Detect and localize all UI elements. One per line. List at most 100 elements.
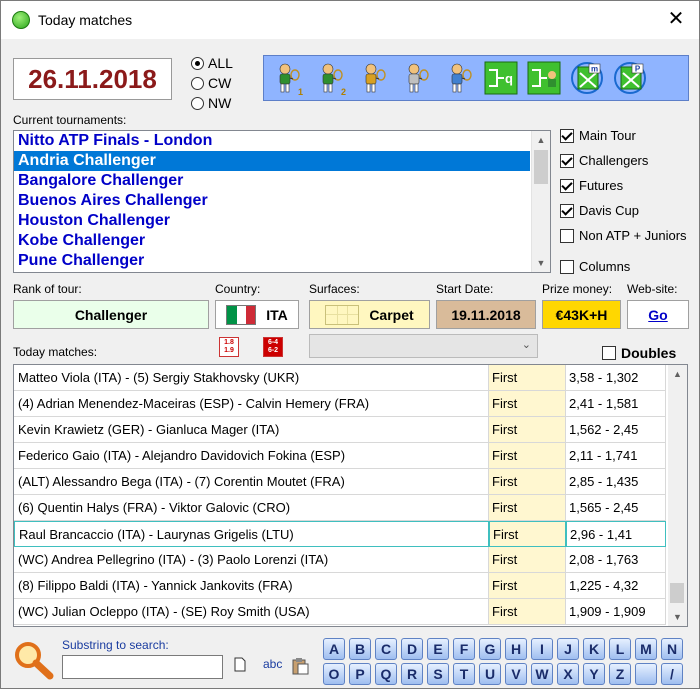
export-p-icon[interactable]: P [610,58,650,98]
tour-filter-checkbox[interactable] [560,153,574,168]
search-player-icon[interactable] [395,58,435,98]
table-row[interactable]: (6) Quentin Halys (FRA) - Viktor Galovic… [14,495,666,521]
letter-button[interactable]: K [583,638,605,660]
sort-odds-line2: 1.9 [224,347,234,354]
abc-case-icon[interactable]: abc [263,657,282,671]
tournament-item[interactable]: Houston Challenger [14,211,530,231]
tour-filter-option[interactable]: Main Tour [560,123,687,148]
tournaments-scrollbar[interactable]: ▲ ▼ [531,131,550,272]
letter-button[interactable]: Q [375,663,397,685]
tournament-item[interactable]: Buenos Aires Challenger [14,191,530,211]
letter-button[interactable]: P [349,663,371,685]
main-draw-icon[interactable] [524,58,564,98]
search-input[interactable] [62,655,223,679]
match-cell: Raul Brancaccio (ITA) - Laurynas Grigeli… [14,521,489,547]
new-document-icon[interactable] [234,657,246,675]
doubles-checkbox[interactable] [602,345,616,360]
tournament-item[interactable]: Nitto ATP Finals - London [14,131,530,151]
letter-button[interactable]: N [661,638,683,660]
letter-button[interactable]: U [479,663,501,685]
round-cell: First [489,599,566,625]
letter-button[interactable]: M [635,638,657,660]
table-row[interactable]: Kevin Krawietz (GER) - Gianluca Mager (I… [14,417,666,443]
letter-button[interactable]: S [427,663,449,685]
letter-button[interactable]: I [531,638,553,660]
sort-by-score-button[interactable]: 6-4 6-2 [263,337,283,357]
letter-button[interactable]: C [375,638,397,660]
letter-button[interactable]: D [401,638,423,660]
filter-radio-2[interactable]: NW [191,93,233,113]
table-row[interactable]: Federico Gaio (ITA) - Alejandro Davidovi… [14,443,666,469]
qualifying-draw-icon[interactable]: q [481,58,521,98]
table-row[interactable]: (WC) Andrea Pellegrino (ITA) - (3) Paolo… [14,547,666,573]
match-filter-dropdown[interactable]: ⌄ [309,334,538,358]
letter-button[interactable] [635,663,657,685]
columns-option[interactable]: Columns [560,254,630,279]
search-icon[interactable] [12,640,56,685]
scroll-up-icon[interactable]: ▲ [668,365,687,383]
scroll-thumb[interactable] [534,150,548,184]
tournament-item[interactable]: Andria Challenger [14,151,530,171]
clipboard-paste-icon[interactable] [291,657,309,678]
letter-button[interactable]: T [453,663,475,685]
website-go-link[interactable]: Go [627,300,689,329]
tour-filter-checkbox[interactable] [560,203,574,218]
tour-filter-checkbox[interactable] [560,178,574,193]
match-cell: (WC) Julian Ocleppo (ITA) - (SE) Roy Smi… [14,599,489,625]
letter-button[interactable]: A [323,638,345,660]
export-m-icon[interactable]: m [567,58,607,98]
filter-radio-0[interactable]: ALL [191,53,233,73]
tour-filter-checkbox[interactable] [560,228,574,243]
tournament-item[interactable]: Kobe Challenger [14,231,530,251]
tournaments-list[interactable]: Nitto ATP Finals - London Andria Challeng… [13,130,551,273]
scroll-down-icon[interactable]: ▼ [532,254,550,272]
letter-button[interactable]: B [349,638,371,660]
tour-filter-option[interactable]: Non ATP + Juniors [560,223,687,248]
letter-button[interactable]: J [557,638,579,660]
filter-radio-1[interactable]: CW [191,73,233,93]
referee-icon[interactable] [352,58,392,98]
tour-filter-checkbox[interactable] [560,128,574,143]
letter-button[interactable]: W [531,663,553,685]
table-row[interactable]: (8) Filippo Baldi (ITA) - Yannick Jankov… [14,573,666,599]
table-row[interactable]: Matteo Viola (ITA) - (5) Sergiy Stakhovs… [14,365,666,391]
toolbar-letter: m [591,65,598,74]
doubles-option[interactable]: Doubles [602,340,676,365]
letter-button[interactable]: E [427,638,449,660]
letter-button[interactable]: Z [609,663,631,685]
table-row[interactable]: (4) Adrian Menendez-Maceiras (ESP) - Cal… [14,391,666,417]
player2-icon[interactable]: 2 [309,58,349,98]
radio-button[interactable] [191,56,204,70]
letter-button[interactable]: F [453,638,475,660]
matches-scrollbar[interactable]: ▲ ▼ [668,365,687,626]
radio-button[interactable] [191,76,204,90]
tournament-item[interactable]: Bangalore Challenger [14,171,530,191]
tournament-item[interactable]: Pune Challenger [14,251,530,271]
matches-table[interactable]: Matteo Viola (ITA) - (5) Sergiy Stakhovs… [13,364,688,627]
columns-checkbox[interactable] [560,259,574,274]
compare-players-icon[interactable] [438,58,478,98]
tour-filter-option[interactable]: Challengers [560,148,687,173]
scroll-down-icon[interactable]: ▼ [668,608,687,626]
table-row[interactable]: Raul Brancaccio (ITA) - Laurynas Grigeli… [14,521,666,547]
table-row[interactable]: (WC) Julian Ocleppo (ITA) - (SE) Roy Smi… [14,599,666,625]
letter-button[interactable]: / [661,663,683,685]
tour-filter-option[interactable]: Davis Cup [560,198,687,223]
letter-button[interactable]: L [609,638,631,660]
letter-button[interactable]: V [505,663,527,685]
sort-by-odds-button[interactable]: 1.8 1.9 [219,337,239,357]
close-button[interactable]: ✕ [665,9,687,31]
letter-button[interactable]: R [401,663,423,685]
letter-button[interactable]: Y [583,663,605,685]
scroll-thumb[interactable] [670,583,684,603]
tour-filter-option[interactable]: Futures [560,173,687,198]
table-row[interactable]: (ALT) Alessandro Bega (ITA) - (7) Corent… [14,469,666,495]
scroll-up-icon[interactable]: ▲ [532,131,550,149]
letter-button[interactable]: H [505,638,527,660]
player1-icon[interactable]: 1 [266,58,306,98]
letter-button[interactable]: O [323,663,345,685]
radio-button[interactable] [191,96,204,110]
letter-button[interactable]: G [479,638,501,660]
odds-cell: 2,11 - 1,741 [566,443,666,469]
letter-button[interactable]: X [557,663,579,685]
